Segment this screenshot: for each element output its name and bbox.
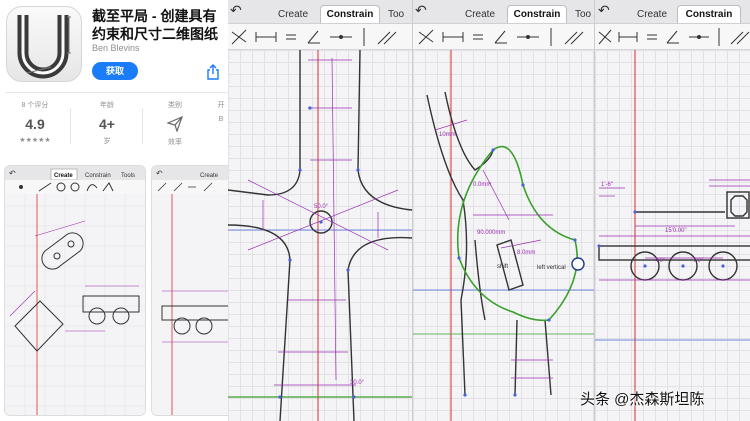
stat-sub: B — [218, 116, 224, 123]
stat-sub: 岁 — [103, 138, 111, 145]
app-icon[interactable] — [6, 6, 82, 82]
dimension-label: 8.0mm — [517, 250, 535, 256]
tab-create: Create — [200, 173, 219, 179]
dimension-label: 0.0mm — [473, 182, 491, 188]
screenshot-organic-shape: ↶ Create Constrain Too 10mm 0.0mm 90.000… — [412, 0, 594, 421]
selected-point-handle[interactable] — [571, 257, 585, 271]
dimension-label: 1'-6" — [601, 182, 613, 188]
stat-value: 4+ — [99, 116, 115, 132]
rating-stars: ★★★★★ — [19, 137, 51, 144]
sketch-mechanical[interactable]: 1'-6" 15'0.00" 4'0" 7'0" — [595, 0, 750, 421]
stat-caption: 开 — [217, 102, 225, 109]
divider — [6, 92, 228, 93]
dimension-label: 10mm — [439, 132, 456, 138]
stat-rating: 8 个评分 4.9 ★★★★★ — [12, 100, 58, 144]
stat-caption: 8 个评分 — [21, 102, 49, 109]
stat-more: 开 B — [214, 100, 228, 123]
developer-name[interactable]: Ben Blevins — [92, 43, 140, 53]
divider — [142, 108, 143, 144]
app-store-listing: 截至平局 - 创建具有约束和尺寸二维图纸 Ben Blevins 获取 8 个评… — [0, 0, 228, 421]
dimension-label: 15'0.00" — [665, 228, 687, 234]
tab-tools: Tools — [121, 173, 135, 179]
svg-text:↶: ↶ — [155, 169, 163, 178]
get-button[interactable]: 获取 — [92, 62, 138, 80]
app-title: 截至平局 - 创建具有约束和尺寸二维图纸 — [92, 8, 218, 42]
sketch-intersection[interactable]: 50.0° 30.0° — [228, 0, 412, 421]
svg-text:↶: ↶ — [8, 169, 16, 178]
screenshot-intersection: ↶ Create Constrain Too 50.0° 30.0° — [228, 0, 412, 421]
watermark: 头条 @杰森斯坦陈 — [580, 391, 705, 408]
dimension-label: 7'0" — [693, 258, 703, 264]
tab-create: Create — [54, 173, 73, 179]
stat-caption: 类别 — [168, 102, 182, 109]
share-icon[interactable] — [206, 64, 220, 80]
divider — [70, 108, 71, 144]
dimension-label: 4'0" — [655, 258, 665, 264]
dimension-label: 90.000mm — [477, 230, 505, 236]
tab-constrain: Constrain — [85, 173, 111, 179]
paper-plane-icon — [152, 115, 198, 133]
stat-age: 年龄 4+ 岁 — [84, 100, 130, 146]
stat-value: 4.9 — [25, 116, 45, 132]
constraint-label: shift — [497, 264, 508, 270]
stat-sub: 效率 — [168, 139, 182, 146]
app-store-collage: 截至平局 - 创建具有约束和尺寸二维图纸 Ben Blevins 获取 8 个评… — [0, 0, 750, 421]
sketch-organic-shape[interactable]: 10mm 0.0mm 90.000mm 8.0mm left vertical … — [413, 0, 594, 421]
screenshot-mechanical: ↶ Create Constrain 1'-6" 15'0.00" 4'0" 7… — [594, 0, 750, 421]
preview-screenshot-2[interactable]: ↶ Create — [151, 165, 228, 416]
preview-screenshot-1[interactable]: ↶ Create Constrain Tools — [4, 165, 146, 416]
dimension-label: 50.0° — [314, 204, 329, 210]
stat-caption: 年龄 — [100, 102, 114, 109]
dimension-label: 30.0° — [350, 380, 365, 386]
constraint-label: left vertical — [537, 265, 566, 271]
stat-category: 类别 效率 — [152, 100, 198, 147]
